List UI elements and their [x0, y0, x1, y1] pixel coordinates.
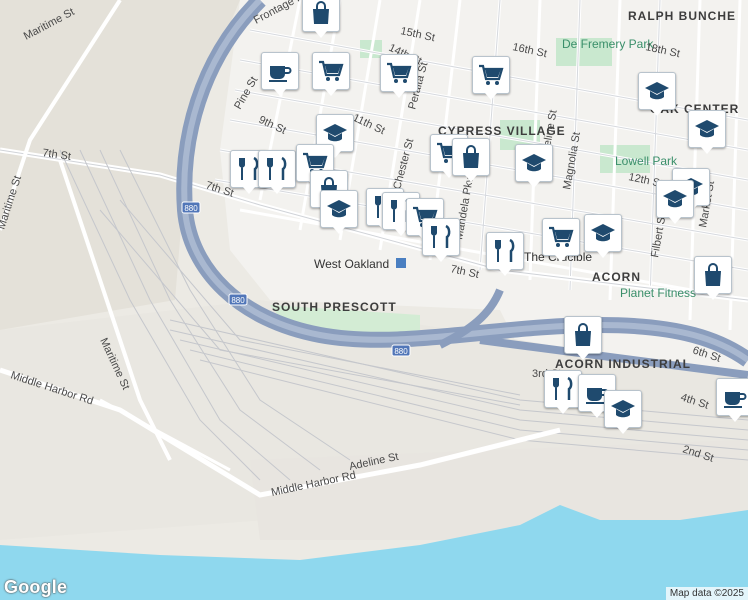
google-logo: Google [4, 577, 68, 597]
school-marker[interactable] [638, 72, 676, 116]
graduation-cap-icon [695, 120, 719, 138]
fork-knife-icon [431, 224, 451, 248]
fork-knife-icon [267, 156, 287, 180]
shopping-bag-marker[interactable] [694, 256, 732, 300]
graduation-cap-icon [522, 154, 546, 172]
school-marker[interactable] [584, 214, 622, 258]
coffee-cup-icon [724, 392, 747, 408]
fork-knife-icon [495, 238, 515, 262]
school-marker[interactable] [656, 180, 694, 224]
graduation-cap-icon [591, 224, 615, 242]
place-planet-fitness-label: Planet Fitness [620, 286, 696, 300]
map-base: 880 880 880 RALPH BUNCHE OAK CENTER CYPR… [0, 0, 748, 600]
school-marker[interactable] [320, 190, 358, 234]
map-attribution: Map data ©2025 [665, 587, 748, 600]
neighborhood-acorn: ACORN [592, 270, 641, 284]
shopping-bag-marker[interactable] [302, 0, 340, 38]
shopping-bag-icon [463, 145, 479, 168]
shopping-bag-icon [313, 1, 329, 24]
highway-shield-label: 880 [231, 296, 245, 305]
shopping-cart-icon [479, 64, 504, 85]
shopping-cart-icon [319, 60, 344, 81]
map-canvas[interactable]: 880 880 880 RALPH BUNCHE OAK CENTER CYPR… [0, 0, 748, 600]
restaurant-marker[interactable] [486, 232, 524, 276]
graduation-cap-icon [663, 190, 687, 208]
shopping-bag-icon [705, 263, 721, 286]
grocery-marker[interactable] [472, 56, 510, 100]
grocery-marker[interactable] [542, 218, 580, 262]
shopping-cart-icon [549, 226, 574, 247]
shopping-bag-marker[interactable] [564, 316, 602, 360]
restaurant-marker[interactable] [422, 218, 460, 262]
restaurant-marker[interactable] [544, 370, 582, 414]
cafe-marker[interactable] [716, 378, 748, 422]
coffee-cup-icon [269, 66, 292, 82]
station-west-oakland-label: West Oakland [314, 257, 389, 271]
graduation-cap-icon [611, 400, 635, 418]
school-marker[interactable] [515, 144, 553, 188]
highway-shield-label: 880 [184, 204, 198, 213]
shopping-bag-marker[interactable] [452, 138, 490, 182]
school-marker[interactable] [688, 110, 726, 154]
graduation-cap-icon [327, 200, 351, 218]
neighborhood-ralph-bunche: RALPH BUNCHE [628, 9, 736, 23]
neighborhood-acorn-industrial: ACORN INDUSTRIAL [555, 357, 691, 371]
fork-knife-icon [553, 376, 573, 400]
shopping-bag-icon [575, 323, 591, 346]
graduation-cap-icon [645, 82, 669, 100]
neighborhood-south-prescott: SOUTH PRESCOTT [272, 300, 397, 314]
school-marker[interactable] [604, 390, 642, 434]
park-de-fremery-label: De Fremery Park [562, 37, 654, 51]
grocery-marker[interactable] [380, 54, 418, 98]
shopping-cart-icon [387, 62, 412, 83]
cafe-marker[interactable] [261, 52, 299, 96]
highway-shield-label: 880 [394, 347, 408, 356]
bart-station-icon [396, 258, 406, 268]
grocery-marker[interactable] [312, 52, 350, 96]
restaurant-marker[interactable] [258, 150, 296, 194]
graduation-cap-icon [323, 124, 347, 142]
park-lowell-label: Lowell Park [615, 154, 678, 168]
